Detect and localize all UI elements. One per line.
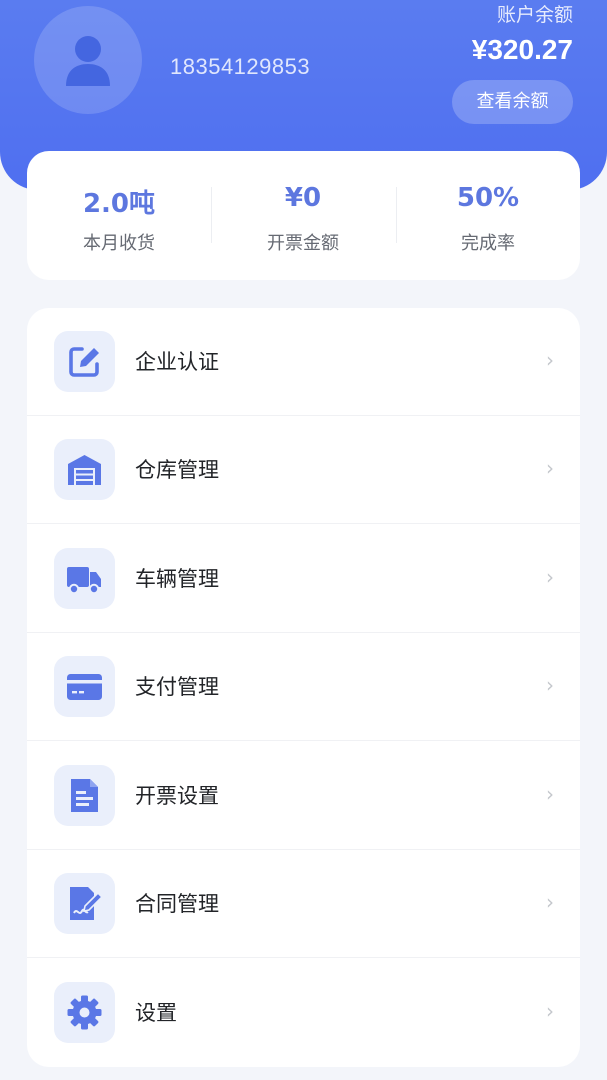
menu-item-contracts[interactable]: 合同管理 ›	[27, 850, 580, 958]
stat-completion-rate: 50% 完成率	[396, 151, 580, 280]
menu-item-enterprise-certification[interactable]: 企业认证 ›	[27, 308, 580, 416]
profile-page: 18354129853 账户余额 ¥320.27 查看余额 2.0吨 本月收货 …	[0, 0, 607, 1080]
menu-item-invoice-settings[interactable]: 开票设置 ›	[27, 742, 580, 850]
menu-icon-box	[54, 331, 115, 392]
menu-item-payment[interactable]: 支付管理 ›	[27, 633, 580, 741]
edit-icon	[69, 347, 99, 377]
chevron-right-icon: ›	[546, 456, 554, 480]
invoice-icon	[71, 779, 98, 812]
menu-list: 企业认证 › 仓库管理 › 车辆管理 › 支付管理 › 开票设置 › 合同管理 …	[27, 308, 580, 1067]
menu-label: 企业认证	[135, 350, 219, 374]
gear-icon	[67, 995, 102, 1030]
view-balance-button[interactable]: 查看余额	[452, 80, 573, 124]
stat-value: 2.0吨	[82, 189, 156, 219]
chevron-right-icon: ›	[546, 782, 554, 806]
chevron-right-icon: ›	[546, 673, 554, 697]
menu-icon-box	[54, 873, 115, 934]
stat-invoice-amount: ¥0 开票金额	[211, 151, 395, 280]
stat-label: 完成率	[461, 233, 515, 254]
stat-label: 开票金额	[267, 233, 339, 254]
menu-label: 仓库管理	[135, 458, 219, 482]
stat-value: 50%	[456, 183, 520, 213]
warehouse-icon	[68, 455, 101, 485]
card-icon	[67, 674, 102, 700]
chevron-right-icon: ›	[546, 890, 554, 914]
menu-item-vehicles[interactable]: 车辆管理 ›	[27, 525, 580, 633]
contract-icon	[70, 887, 103, 920]
stat-label: 本月收货	[83, 233, 155, 254]
balance-value: ¥320.27	[471, 34, 573, 65]
chevron-right-icon: ›	[546, 999, 554, 1023]
menu-icon-box	[54, 765, 115, 826]
divider	[27, 523, 580, 524]
menu-label: 支付管理	[135, 675, 219, 699]
phone-number: 18354129853	[170, 54, 311, 79]
divider	[27, 957, 580, 958]
truck-icon	[67, 567, 101, 595]
menu-label: 设置	[135, 1001, 177, 1025]
menu-label: 开票设置	[135, 784, 219, 808]
divider	[27, 740, 580, 741]
menu-icon-box	[54, 982, 115, 1043]
menu-icon-box	[54, 439, 115, 500]
menu-icon-box	[54, 656, 115, 717]
avatar[interactable]	[34, 6, 142, 114]
chevron-right-icon: ›	[546, 565, 554, 589]
user-icon	[66, 36, 110, 86]
menu-item-warehouse[interactable]: 仓库管理 ›	[27, 416, 580, 524]
menu-icon-box	[54, 548, 115, 609]
menu-label: 合同管理	[135, 892, 219, 916]
stat-monthly-received: 2.0吨 本月收货	[27, 151, 211, 280]
stats-card: 2.0吨 本月收货 ¥0 开票金额 50% 完成率	[27, 151, 580, 280]
menu-item-settings[interactable]: 设置 ›	[27, 959, 580, 1067]
stat-value: ¥0	[284, 183, 322, 213]
balance-label: 账户余额	[496, 4, 573, 26]
menu-label: 车辆管理	[135, 567, 219, 591]
chevron-right-icon: ›	[546, 348, 554, 372]
